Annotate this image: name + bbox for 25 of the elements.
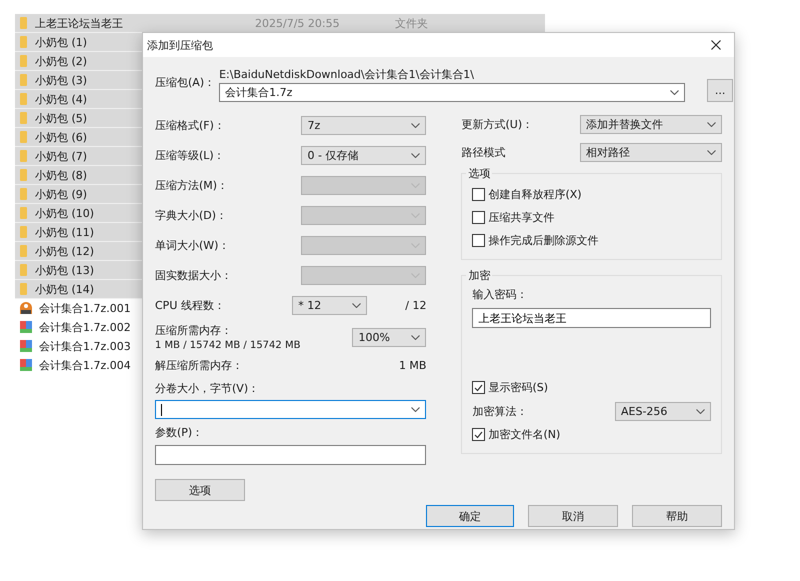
field-label: 参数(P)：	[155, 424, 204, 440]
field-label: 路径模式	[461, 144, 506, 160]
window-title: 添加到压缩包	[147, 38, 213, 52]
field-label: 更新方式(U)：	[461, 116, 534, 132]
archive-path: E:\BaiduNetdiskDownload\会计集合1\会计集合1\	[219, 67, 476, 82]
field-label: 压缩等级(L)：	[155, 148, 225, 162]
field-label: 解压缩所需内存：	[155, 358, 243, 372]
thread-total: / 12	[405, 298, 426, 312]
field-label: 字典大小(D)：	[155, 208, 228, 222]
memory-value: 1 MB	[398, 358, 426, 372]
modified-date: 2025/7/5 20:55	[255, 16, 341, 30]
field-label: 压缩所需内存：	[155, 323, 233, 338]
field-label: 加密算法：	[472, 404, 528, 418]
field-label: 压缩方法(M)：	[155, 178, 228, 192]
field-label: 压缩格式(F)：	[155, 118, 225, 132]
group-title: 选项	[467, 166, 492, 181]
file-type: 文件夹	[395, 16, 429, 30]
field-label: 分卷大小，字节(V)：	[155, 380, 260, 396]
memory-usage: 1 MB / 15742 MB / 15742 MB	[155, 340, 300, 351]
field-label: CPU 线程数：	[155, 298, 225, 312]
field-label: 输入密码：	[472, 287, 528, 302]
field-label: 压缩包(A)：	[155, 75, 216, 91]
field-label: 单词大小(W)：	[155, 238, 230, 252]
group-title: 加密	[467, 268, 492, 283]
field-label: 固实数据大小：	[155, 268, 232, 282]
